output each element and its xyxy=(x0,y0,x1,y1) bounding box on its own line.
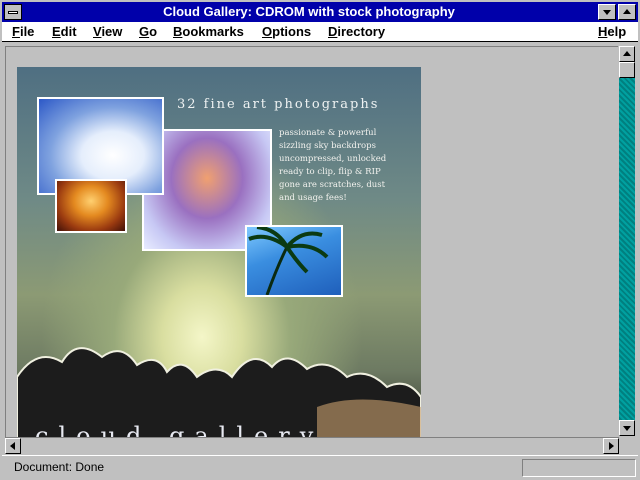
scroll-right-button[interactable] xyxy=(603,438,619,454)
system-menu-icon xyxy=(8,11,18,14)
blurb-line: sizzling sky backdrops xyxy=(279,141,376,151)
blurb-line: gone are scratches, dust xyxy=(279,180,386,190)
poster-blurb: passionate & powerful sizzling sky backd… xyxy=(279,127,419,205)
window-title: Cloud Gallery: CDROM with stock photogra… xyxy=(163,4,455,19)
poster-heading: 32 fine art photographs xyxy=(177,97,380,112)
palm-tree-photo xyxy=(245,225,343,297)
arrow-up-icon xyxy=(623,51,631,56)
cloud-gallery-poster-image: 32 fine art photographs passionate & pow… xyxy=(17,67,421,437)
palm-silhouette-icon xyxy=(248,225,329,296)
arrow-right-icon xyxy=(609,442,614,450)
status-text: Document: Done xyxy=(14,460,105,474)
maximize-arrow-icon xyxy=(623,9,631,14)
blurb-line: ready to clip, flip & RIP xyxy=(279,167,381,177)
menu-bar: File Edit View Go Bookmarks Options Dire… xyxy=(2,22,638,42)
menu-file[interactable]: File xyxy=(12,24,34,39)
blurb-line: and usage fees! xyxy=(279,193,347,203)
menu-bookmarks[interactable]: Bookmarks xyxy=(173,24,244,39)
menu-directory[interactable]: Directory xyxy=(328,24,385,39)
minimize-button[interactable] xyxy=(598,4,616,20)
poster-title: cloud gallery xyxy=(35,422,324,437)
browser-window: Cloud Gallery: CDROM with stock photogra… xyxy=(0,0,640,480)
maximize-button[interactable] xyxy=(618,4,636,20)
horizontal-scrollbar[interactable] xyxy=(5,437,619,454)
menu-options[interactable]: Options xyxy=(262,24,311,39)
scroll-up-button[interactable] xyxy=(619,46,635,62)
scroll-left-button[interactable] xyxy=(5,438,21,454)
blurb-line: passionate & powerful xyxy=(279,128,377,138)
arrow-down-icon xyxy=(623,426,631,431)
arrow-left-icon xyxy=(10,442,15,450)
status-bar: Document: Done xyxy=(2,455,638,479)
menu-edit[interactable]: Edit xyxy=(52,24,77,39)
menu-help[interactable]: Help xyxy=(598,24,626,39)
document-view: 32 fine art photographs passionate & pow… xyxy=(5,46,618,437)
menu-view[interactable]: View xyxy=(93,24,122,39)
menu-go[interactable]: Go xyxy=(139,24,157,39)
blurb-line: uncompressed, unlocked xyxy=(279,154,387,164)
scroll-down-button[interactable] xyxy=(619,420,635,436)
progress-indicator xyxy=(522,459,636,477)
vertical-scrollbar[interactable] xyxy=(619,46,635,436)
system-menu-button[interactable] xyxy=(4,4,22,20)
orange-sunset-photo xyxy=(55,179,127,233)
title-bar[interactable]: Cloud Gallery: CDROM with stock photogra… xyxy=(2,2,638,22)
minimize-arrow-icon xyxy=(603,10,611,15)
scrollbar-corner xyxy=(619,437,635,453)
vertical-scroll-thumb[interactable] xyxy=(619,62,635,78)
